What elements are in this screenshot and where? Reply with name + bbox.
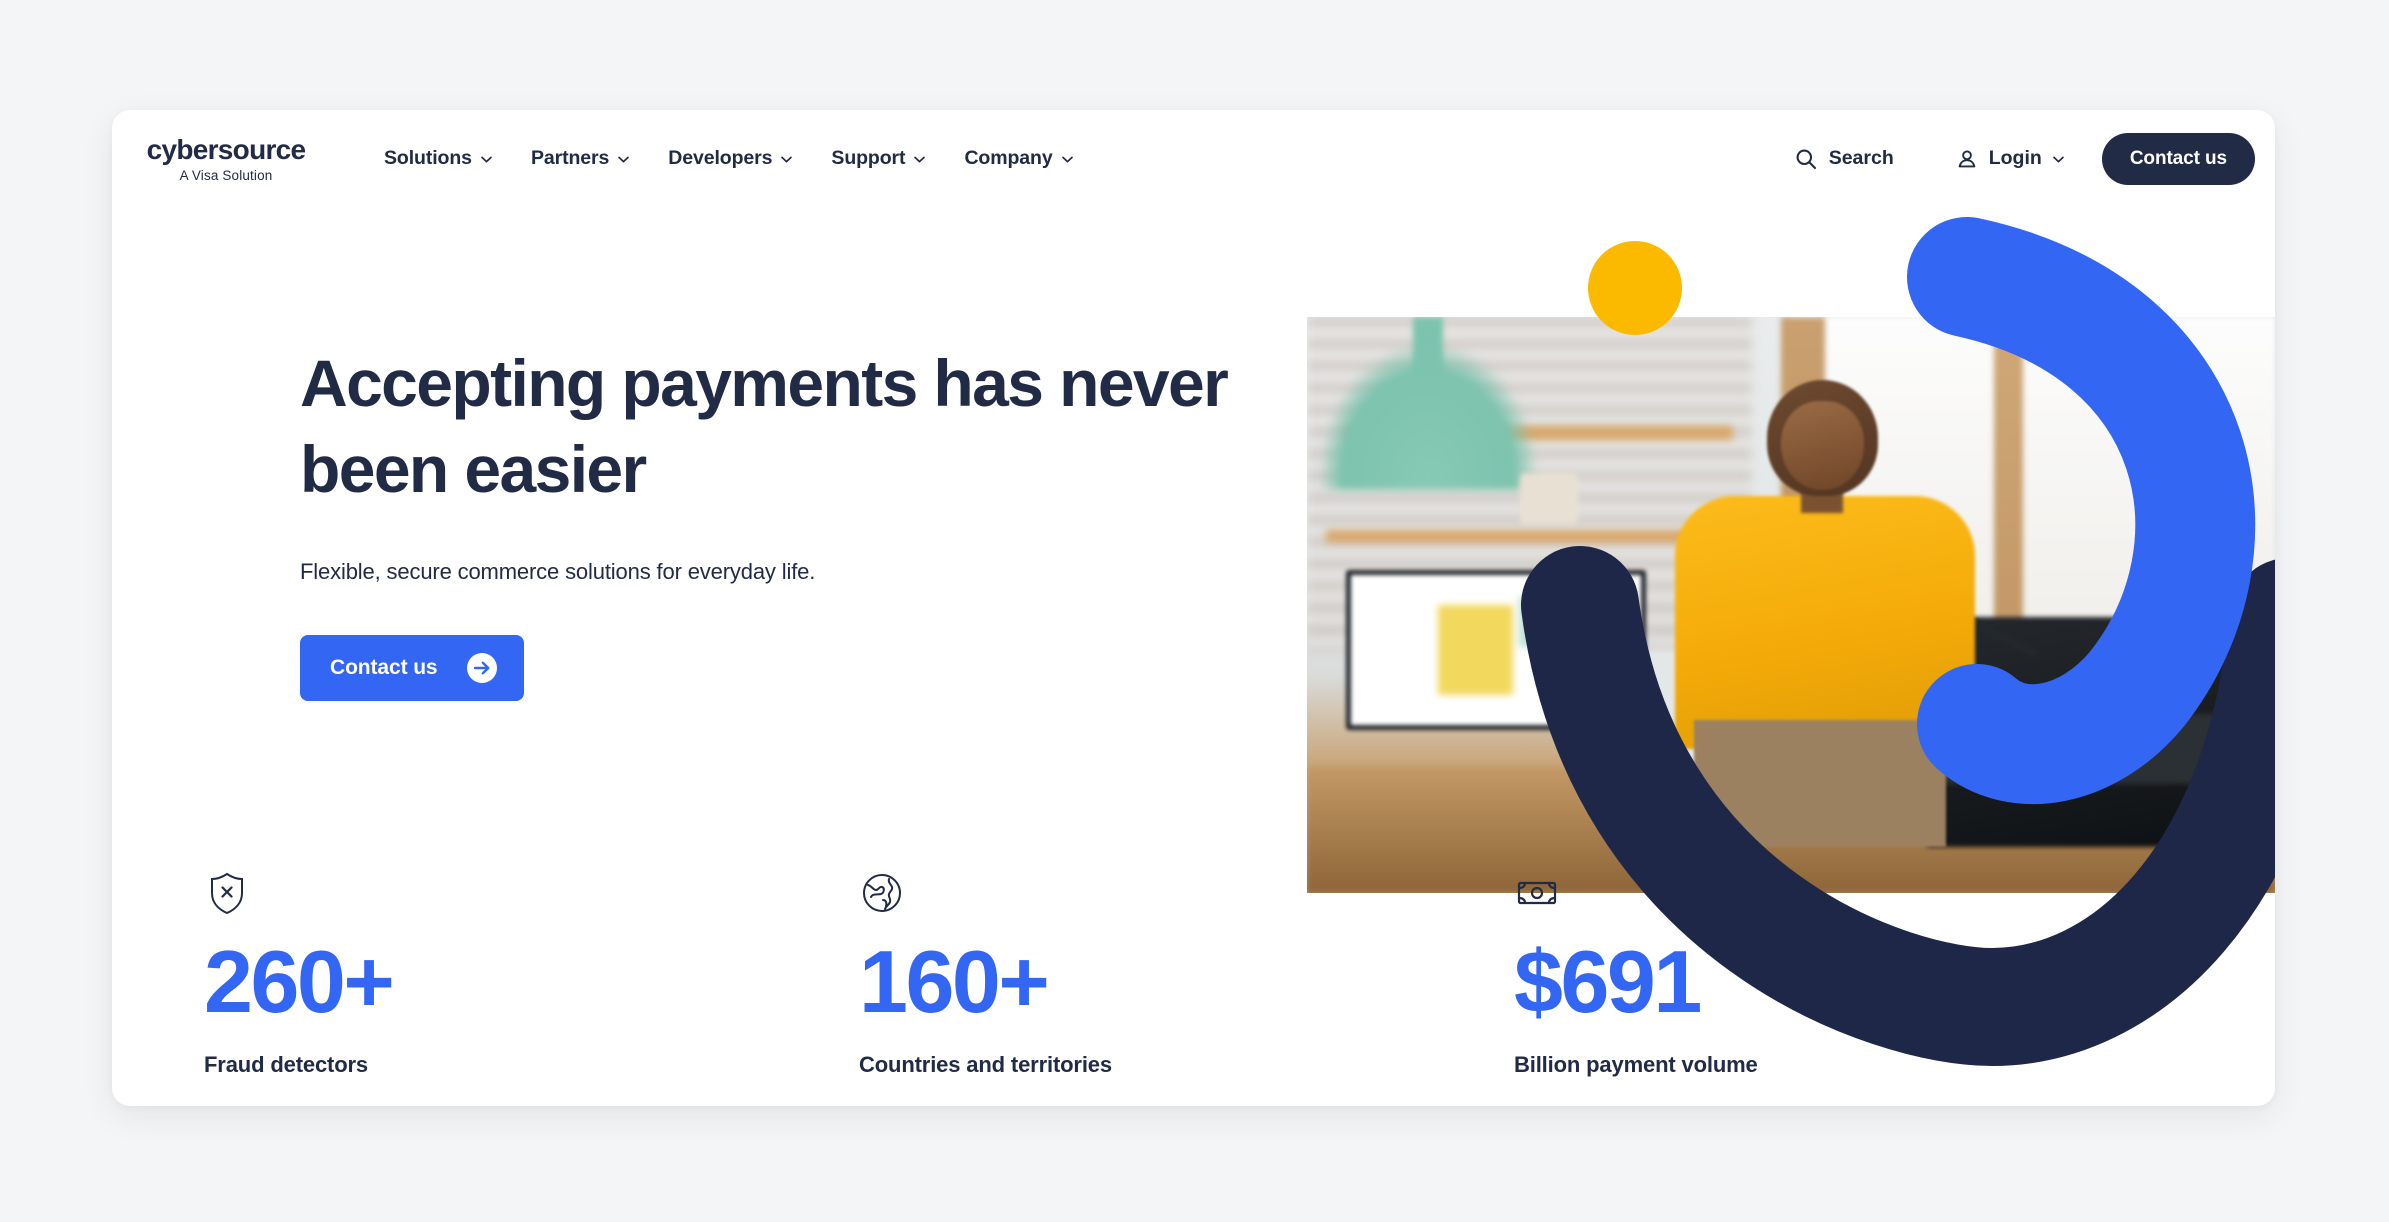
site-header: cybersource A Visa Solution Solutions Pa… (112, 110, 2275, 207)
chevron-down-icon (914, 156, 926, 163)
nav-item-solutions[interactable]: Solutions (384, 147, 492, 170)
stat-label: Billion payment volume (1514, 1052, 1758, 1077)
chevron-down-icon (1061, 156, 1073, 163)
decorative-blue-arc (1907, 217, 2275, 805)
search-icon (1795, 148, 1817, 170)
arrow-right-circle-icon (466, 652, 498, 684)
chevron-down-icon (781, 156, 793, 163)
stat-item: 260+ Fraud detectors (204, 870, 859, 1078)
page-title: Accepting payments has never been easier (300, 346, 1229, 506)
hero-subtitle: Flexible, secure commerce solutions for … (300, 559, 816, 584)
brand-tagline: A Visa Solution (179, 168, 273, 183)
nav-item-label: Company (964, 147, 1053, 169)
stat-item: 160+ Countries and territories (859, 870, 1514, 1078)
stat-value: 160+ (859, 932, 1050, 1031)
login-button[interactable]: Login (1956, 147, 2064, 170)
brand-logo[interactable]: cybersource A Visa Solution (136, 136, 316, 183)
contact-us-header-button[interactable]: Contact us (2101, 132, 2255, 185)
nav-item-label: Partners (530, 147, 610, 169)
nav-item-support[interactable]: Support (831, 147, 926, 170)
shield-x-icon (204, 870, 250, 916)
globe-icon (859, 870, 905, 916)
chevron-down-icon (2052, 156, 2064, 163)
login-label: Login (1988, 147, 2042, 169)
nav-item-label: Developers (668, 147, 773, 169)
page-root: cybersource A Visa Solution Solutions Pa… (0, 0, 2389, 1222)
search-button[interactable]: Search (1795, 147, 1894, 170)
nav-item-partners[interactable]: Partners (530, 147, 630, 170)
banknote-icon (1514, 870, 1560, 916)
nav-item-label: Solutions (384, 147, 472, 169)
contact-us-cta-button[interactable]: Contact us (300, 635, 524, 701)
header-actions: Search Login Contact us (1795, 110, 2255, 207)
user-icon (1956, 148, 1978, 170)
site-card: cybersource A Visa Solution Solutions Pa… (112, 110, 2275, 1106)
chevron-down-icon (618, 156, 630, 163)
nav-item-company[interactable]: Company (964, 147, 1073, 170)
stat-value: 260+ (204, 932, 395, 1031)
stat-label: Fraud detectors (204, 1052, 369, 1077)
hero-media (1307, 207, 2275, 1067)
nav-item-developers[interactable]: Developers (668, 147, 793, 170)
search-label: Search (1828, 147, 1894, 169)
cta-label: Contact us (330, 656, 438, 679)
stat-value: $691 (1514, 932, 1702, 1031)
stat-item: $691 Billion payment volume (1514, 870, 2169, 1078)
decorative-yellow-circle (1588, 241, 1682, 335)
hero-content: Accepting payments has never been easier… (300, 340, 1320, 701)
stat-label: Countries and territories (859, 1052, 1112, 1077)
main-navigation: Solutions Partners Developers Support Co… (384, 110, 1073, 207)
brand-wordmark: cybersource (146, 134, 307, 165)
nav-item-label: Support (831, 147, 906, 169)
chevron-down-icon (481, 156, 492, 163)
stats-row: 260+ Fraud detectors 160+ Countries and … (204, 870, 2194, 1078)
